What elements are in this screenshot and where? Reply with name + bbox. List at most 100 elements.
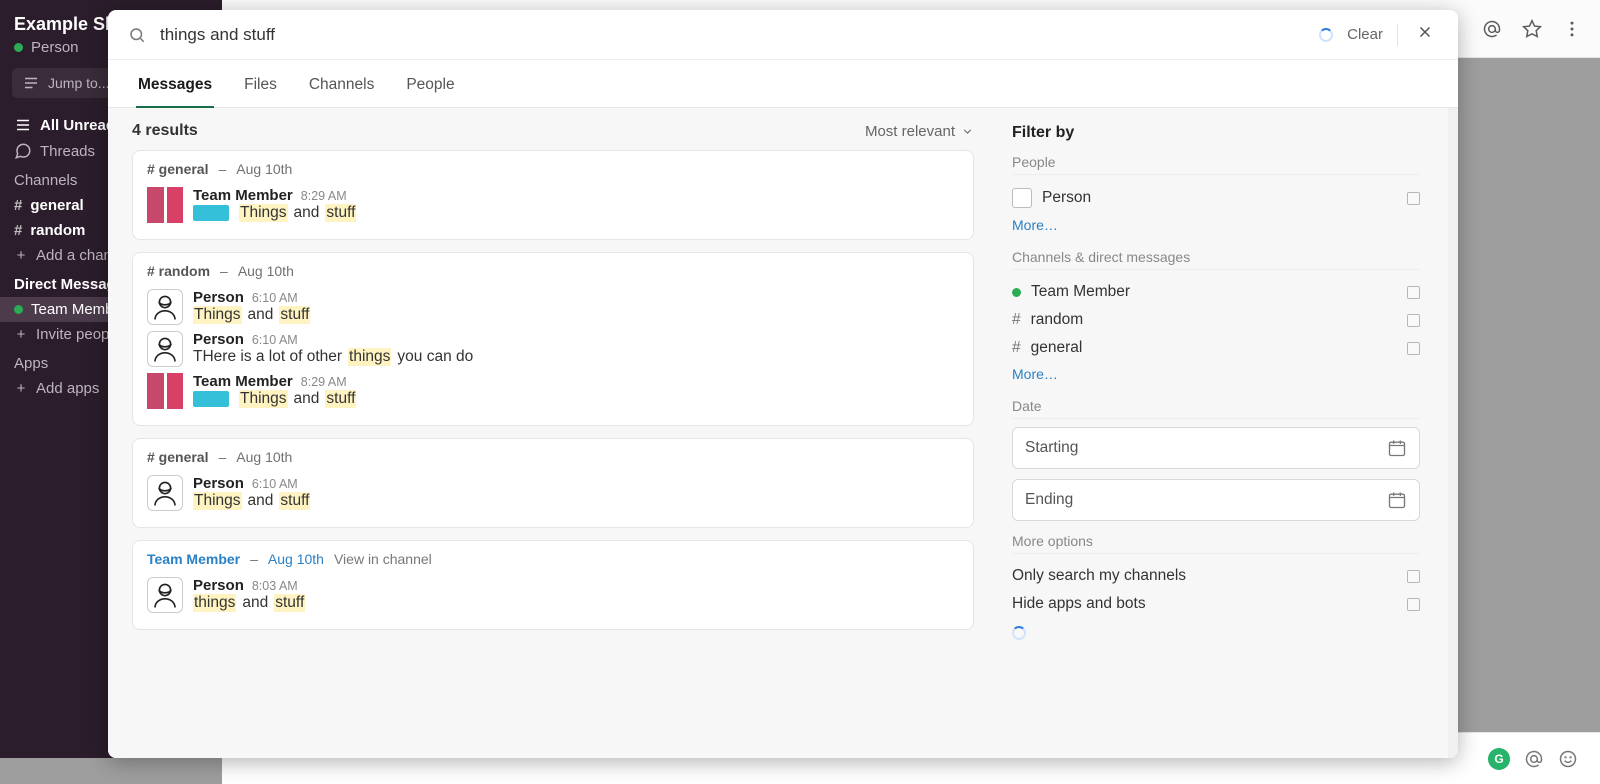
filter-channels-header: Channels & direct messages: [1012, 249, 1420, 270]
clear-search-button[interactable]: Clear: [1347, 26, 1383, 43]
search-result-message[interactable]: Person 8:03 AMthings and stuff: [147, 573, 959, 615]
result-channel[interactable]: # general: [147, 161, 208, 177]
search-result-message[interactable]: Team Member8:29 AMThings and stuff: [147, 183, 959, 225]
result-card: # random–Aug 10thPerson6:10 AMThings and…: [132, 252, 974, 426]
result-date: Aug 10th: [238, 263, 294, 279]
result-card: # general–Aug 10thTeam Member8:29 AMThin…: [132, 150, 974, 240]
message-author[interactable]: Person: [193, 475, 244, 492]
loading-spinner-icon: [1319, 28, 1333, 42]
highlight: things: [348, 348, 391, 366]
result-date: Aug 10th: [236, 161, 292, 177]
result-card: # general–Aug 10thPerson6:10 AMThings an…: [132, 438, 974, 528]
date-start-input[interactable]: Starting: [1012, 427, 1420, 469]
filter-title: Filter by: [1012, 124, 1420, 142]
filter-date-header: Date: [1012, 398, 1420, 419]
tab-channels[interactable]: Channels: [307, 70, 377, 107]
search-result-message[interactable]: Person6:10 AMThings and stuff: [147, 285, 959, 327]
filter-option-label: Only search my channels: [1012, 567, 1186, 585]
hash-icon: #: [1012, 311, 1021, 329]
checkbox[interactable]: [1407, 286, 1420, 299]
message-text: Things and stuff: [193, 390, 959, 408]
calendar-icon: [1387, 438, 1407, 458]
divider: [1397, 24, 1398, 46]
result-count: 4 results: [132, 122, 198, 140]
result-date: Aug 10th: [236, 449, 292, 465]
result-channel[interactable]: # random: [147, 263, 210, 279]
filter-channel-label: Team Member: [1031, 283, 1130, 301]
highlight: Things: [239, 204, 288, 222]
filter-dm-teammember[interactable]: Team Member: [1012, 278, 1420, 306]
message-time: 8:29 AM: [301, 189, 347, 203]
search-result-message[interactable]: Person6:10 AMTHere is a lot of other thi…: [147, 327, 959, 369]
filter-channel-random[interactable]: # random: [1012, 306, 1420, 334]
team-avatar-icon: [147, 373, 183, 409]
search-input[interactable]: [160, 25, 1305, 45]
checkbox[interactable]: [1407, 192, 1420, 205]
result-channel[interactable]: # general: [147, 449, 208, 465]
image-thumbnail[interactable]: [193, 391, 229, 407]
calendar-icon: [1387, 490, 1407, 510]
highlight: stuff: [279, 306, 310, 324]
highlight: stuff: [325, 204, 356, 222]
person-avatar-icon: [147, 331, 183, 367]
loading-spinner-icon: [1012, 626, 1026, 640]
hash-icon: #: [1012, 339, 1021, 357]
results-column: 4 results Most relevant # general–Aug 10…: [108, 108, 998, 758]
filter-option-label: Hide apps and bots: [1012, 595, 1146, 613]
filter-hide-apps-bots[interactable]: Hide apps and bots: [1012, 590, 1420, 618]
message-author[interactable]: Person: [193, 577, 244, 594]
tab-files[interactable]: Files: [242, 70, 279, 107]
filter-more-people[interactable]: More…: [1012, 213, 1420, 237]
person-avatar-icon: [147, 577, 183, 613]
checkbox[interactable]: [1407, 570, 1420, 583]
message-author[interactable]: Team Member: [193, 373, 293, 390]
view-in-channel-link[interactable]: View in channel: [334, 551, 432, 567]
search-header: Clear: [108, 10, 1458, 60]
search-result-message[interactable]: Person 6:10 AMThings and stuff: [147, 471, 959, 513]
dm-name[interactable]: Team Member: [147, 551, 240, 567]
filter-more-channels[interactable]: More…: [1012, 362, 1420, 386]
date-end-input[interactable]: Ending: [1012, 479, 1420, 521]
date-end-label: Ending: [1025, 491, 1073, 509]
close-icon: [1416, 23, 1434, 41]
highlight: stuff: [325, 390, 356, 408]
search-modal: Clear Messages Files Channels People 4 r…: [108, 10, 1458, 758]
highlight: Things: [193, 492, 242, 510]
sort-label: Most relevant: [865, 123, 955, 140]
message-author[interactable]: Team Member: [193, 187, 293, 204]
filter-column: Filter by People Person More… Channels &…: [998, 108, 1448, 758]
filter-options-header: More options: [1012, 533, 1420, 554]
presence-dot-icon: [1012, 288, 1021, 297]
image-thumbnail[interactable]: [193, 205, 229, 221]
filter-person[interactable]: Person: [1012, 183, 1420, 213]
filter-person-label: Person: [1042, 189, 1091, 207]
tab-people[interactable]: People: [404, 70, 456, 107]
checkbox[interactable]: [1407, 598, 1420, 611]
highlight: stuff: [279, 492, 310, 510]
close-search-button[interactable]: [1412, 21, 1438, 49]
search-result-message[interactable]: Team Member 8:29 AMThings and stuff: [147, 369, 959, 411]
filter-people-header: People: [1012, 154, 1420, 175]
filter-only-my-channels[interactable]: Only search my channels: [1012, 562, 1420, 590]
message-time: 6:10 AM: [252, 477, 298, 491]
highlight: stuff: [274, 594, 305, 612]
highlight: Things: [193, 306, 242, 324]
highlight: things: [193, 594, 236, 612]
message-text: things and stuff: [193, 594, 959, 612]
message-time: 8:03 AM: [252, 579, 298, 593]
scrollbar[interactable]: [1448, 108, 1458, 758]
filter-channel-label: random: [1031, 311, 1084, 329]
result-date[interactable]: Aug 10th: [268, 551, 324, 567]
filter-channel-general[interactable]: #general: [1012, 334, 1420, 362]
message-author[interactable]: Person: [193, 289, 244, 306]
chevron-down-icon: [961, 125, 974, 138]
checkbox[interactable]: [1407, 314, 1420, 327]
message-time: 8:29 AM: [301, 375, 347, 389]
person-avatar-icon: [147, 475, 183, 511]
checkbox[interactable]: [1407, 342, 1420, 355]
message-text: THere is a lot of other things you can d…: [193, 348, 959, 366]
sort-dropdown[interactable]: Most relevant: [865, 123, 974, 140]
tab-messages[interactable]: Messages: [136, 70, 214, 108]
message-author[interactable]: Person: [193, 331, 244, 348]
message-text: Things and stuff: [193, 492, 959, 510]
